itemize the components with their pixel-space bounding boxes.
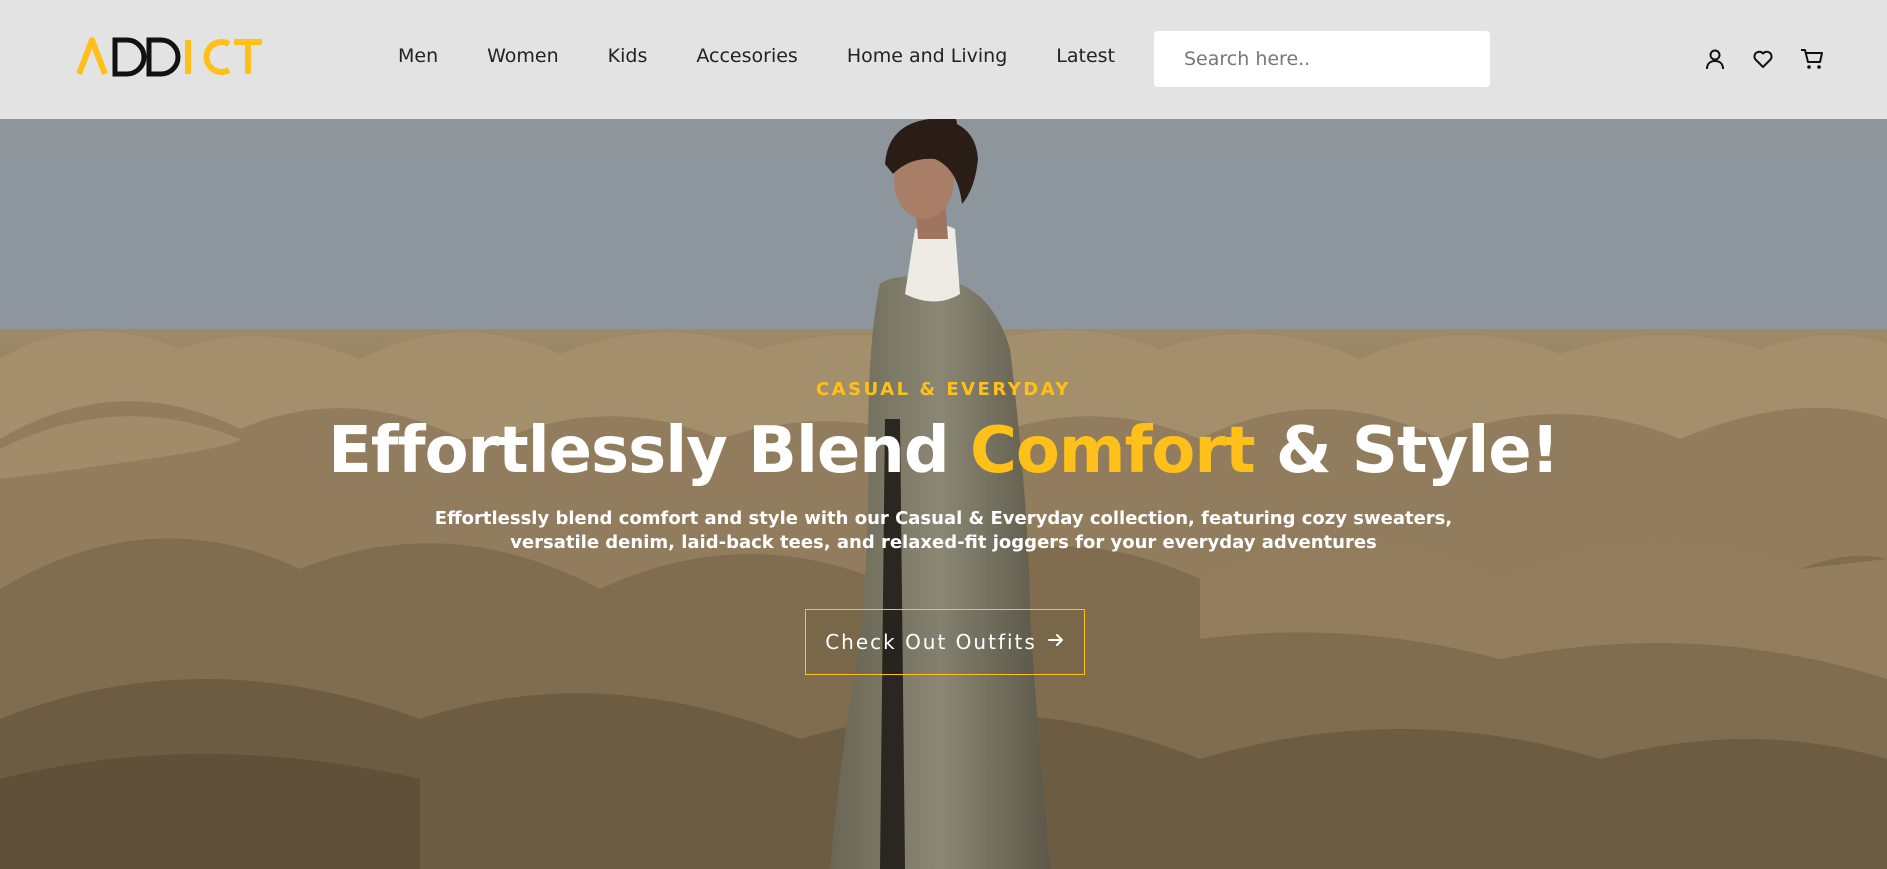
nav-link-latest[interactable]: Latest	[1056, 45, 1115, 67]
nav-link-accesories[interactable]: Accesories	[696, 45, 797, 67]
hero-background-image	[0, 119, 1887, 869]
wishlist-button[interactable]	[1748, 44, 1778, 74]
headline-start: Effortlessly Blend	[328, 414, 970, 488]
nav-link-kids[interactable]: Kids	[608, 45, 648, 67]
headline-end: & Style!	[1254, 414, 1560, 488]
hero-eyebrow: CASUAL & EVERYDAY	[816, 379, 1071, 400]
arrow-right-icon	[1047, 630, 1065, 654]
site-header: Men Women Kids Accesories Home and Livin…	[0, 0, 1887, 119]
hero-subtext: Effortlessly blend comfort and style wit…	[434, 508, 1453, 553]
main-nav: Men Women Kids Accesories Home and Livin…	[398, 40, 1164, 72]
headline-accent: Comfort	[969, 414, 1256, 488]
nav-link-women[interactable]: Women	[487, 45, 559, 67]
search-input[interactable]	[1154, 31, 1490, 87]
addict-logo-icon	[76, 37, 262, 77]
nav-link-home-and-living[interactable]: Home and Living	[847, 45, 1007, 67]
nav-link-men[interactable]: Men	[398, 45, 438, 67]
check-out-outfits-button[interactable]: Check Out Outfits	[805, 609, 1085, 675]
cart-icon	[1801, 49, 1823, 69]
user-icon	[1706, 49, 1724, 70]
heart-icon	[1753, 50, 1773, 68]
cart-button[interactable]	[1797, 44, 1827, 74]
account-button[interactable]	[1700, 44, 1730, 74]
hero-banner: CASUAL & EVERYDAY Effortlessly Blend Com…	[0, 119, 1887, 869]
hero-headline: Effortlessly Blend Comfort & Style!	[0, 419, 1887, 483]
cta-label: Check Out Outfits	[825, 630, 1037, 654]
brand-logo[interactable]	[76, 36, 263, 82]
